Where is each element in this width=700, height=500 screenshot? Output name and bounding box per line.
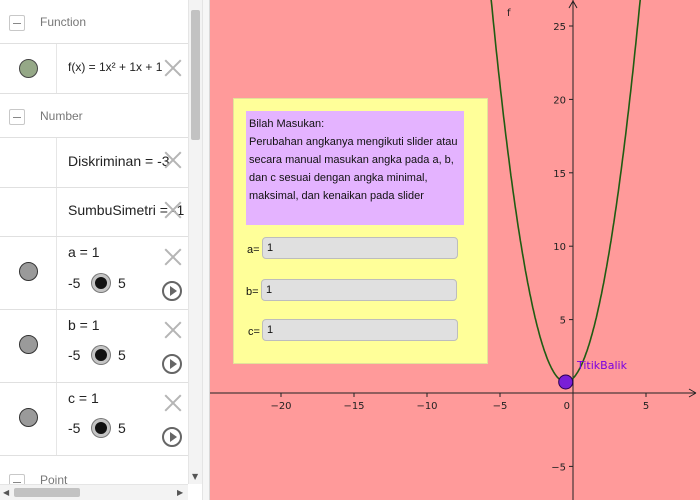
slider-min-a: -5: [68, 275, 81, 291]
slider-max-b: 5: [118, 347, 126, 363]
group-label-number: Number: [40, 109, 83, 123]
marble-cell: [0, 237, 57, 309]
group-label-point: Point: [40, 473, 68, 484]
slider-row-c[interactable]: c = 1 -5 5: [0, 383, 188, 456]
diskriminan-row[interactable]: Diskriminan = -3: [0, 138, 188, 188]
view-splitter[interactable]: [202, 0, 210, 500]
group-header-function[interactable]: Function: [0, 0, 188, 44]
delete-icon[interactable]: [163, 393, 183, 413]
algebra-vertical-scrollbar[interactable]: ▼: [188, 0, 202, 484]
y-tick-label: 25: [553, 22, 566, 33]
marble-cell: [0, 44, 57, 93]
diskriminan-expression[interactable]: Diskriminan = -3: [68, 153, 170, 169]
slider-knob-a[interactable]: [92, 274, 110, 292]
curve-label: f: [507, 8, 511, 19]
geogebra-app: Function f(x) = 1x² + 1x + 1 Number Disk…: [0, 0, 700, 500]
visibility-marble-b[interactable]: [19, 335, 38, 354]
x-tick-label: 0: [564, 401, 570, 412]
slider-min-c: -5: [68, 420, 81, 436]
play-icon[interactable]: [162, 281, 182, 301]
scroll-left-arrow-icon[interactable]: ◀: [3, 488, 9, 497]
input-label-a: a=: [247, 244, 260, 256]
collapse-point-button[interactable]: [9, 474, 25, 484]
play-icon[interactable]: [162, 427, 182, 447]
collapse-function-button[interactable]: [9, 15, 25, 31]
vertex-point[interactable]: [558, 374, 574, 390]
vertex-label: TitikBalik: [576, 359, 628, 372]
y-tick-label: −5: [551, 462, 566, 473]
marble-cell: [0, 188, 57, 236]
group-header-point[interactable]: Point: [0, 456, 188, 484]
slider-knob-c[interactable]: [92, 419, 110, 437]
input-label-c: c=: [248, 326, 260, 338]
slider-row-a[interactable]: a = 1 -5 5: [0, 237, 188, 310]
instructions-title: Bilah Masukan:: [249, 118, 325, 130]
delete-icon[interactable]: [163, 58, 183, 78]
slider-min-b: -5: [68, 347, 81, 363]
vertical-scroll-thumb[interactable]: [191, 10, 200, 140]
y-tick-label: 20: [553, 95, 566, 106]
group-header-number[interactable]: Number: [0, 94, 188, 138]
x-tick-label: −20: [270, 401, 291, 412]
slider-knob-b[interactable]: [92, 346, 110, 364]
visibility-marble-a[interactable]: [19, 262, 38, 281]
sumbusimetri-row[interactable]: SumbuSimetri = -1: [0, 188, 188, 237]
input-panel: Bilah Masukan: Perubahan angkanya mengik…: [233, 98, 488, 364]
delete-icon[interactable]: [163, 247, 183, 267]
algebra-horizontal-scrollbar[interactable]: ◀ ▶: [0, 484, 188, 500]
visibility-marble-f[interactable]: [19, 59, 38, 78]
instructions-box: Bilah Masukan: Perubahan angkanya mengik…: [246, 111, 464, 225]
slider-row-b[interactable]: b = 1 -5 5: [0, 310, 188, 383]
slider-max-a: 5: [118, 275, 126, 291]
algebra-view: Function f(x) = 1x² + 1x + 1 Number Disk…: [0, 0, 188, 484]
function-expression[interactable]: f(x) = 1x² + 1x + 1: [68, 60, 162, 74]
x-tick-label: −15: [343, 401, 364, 412]
input-label-b: b=: [246, 286, 259, 298]
group-label-function: Function: [40, 15, 87, 29]
y-tick-label: 5: [560, 316, 566, 327]
scroll-down-arrow-icon[interactable]: ▼: [192, 472, 198, 481]
slider-label-b[interactable]: b = 1: [68, 317, 100, 333]
slider-label-c[interactable]: c = 1: [68, 390, 99, 406]
graphics-view[interactable]: −20 −15 −10 −5 0 5 25 20 15 10 5 −5 f TitikBalik Bila…: [210, 0, 700, 500]
collapse-number-button[interactable]: [9, 109, 25, 125]
x-tick-label: −10: [416, 401, 437, 412]
delete-icon[interactable]: [163, 150, 183, 170]
marble-cell: [0, 383, 57, 455]
y-tick-label: 15: [553, 169, 566, 180]
delete-icon[interactable]: [163, 320, 183, 340]
horizontal-scroll-thumb[interactable]: [14, 488, 80, 497]
instructions-text: Perubahan angkanya mengikuti slider atau…: [249, 136, 458, 202]
input-field-a[interactable]: 1: [262, 237, 458, 259]
x-tick-label: 5: [643, 401, 649, 412]
visibility-marble-c[interactable]: [19, 408, 38, 427]
marble-cell: [0, 310, 57, 382]
x-tick-label: −5: [493, 401, 508, 412]
function-row[interactable]: f(x) = 1x² + 1x + 1: [0, 44, 188, 94]
y-tick-label: 10: [553, 242, 566, 253]
slider-label-a[interactable]: a = 1: [68, 244, 100, 260]
input-field-b[interactable]: 1: [261, 279, 457, 301]
slider-max-c: 5: [118, 420, 126, 436]
scroll-right-arrow-icon[interactable]: ▶: [177, 488, 183, 497]
play-icon[interactable]: [162, 354, 182, 374]
marble-cell: [0, 138, 57, 187]
input-field-c[interactable]: 1: [262, 319, 458, 341]
delete-icon[interactable]: [163, 200, 183, 220]
